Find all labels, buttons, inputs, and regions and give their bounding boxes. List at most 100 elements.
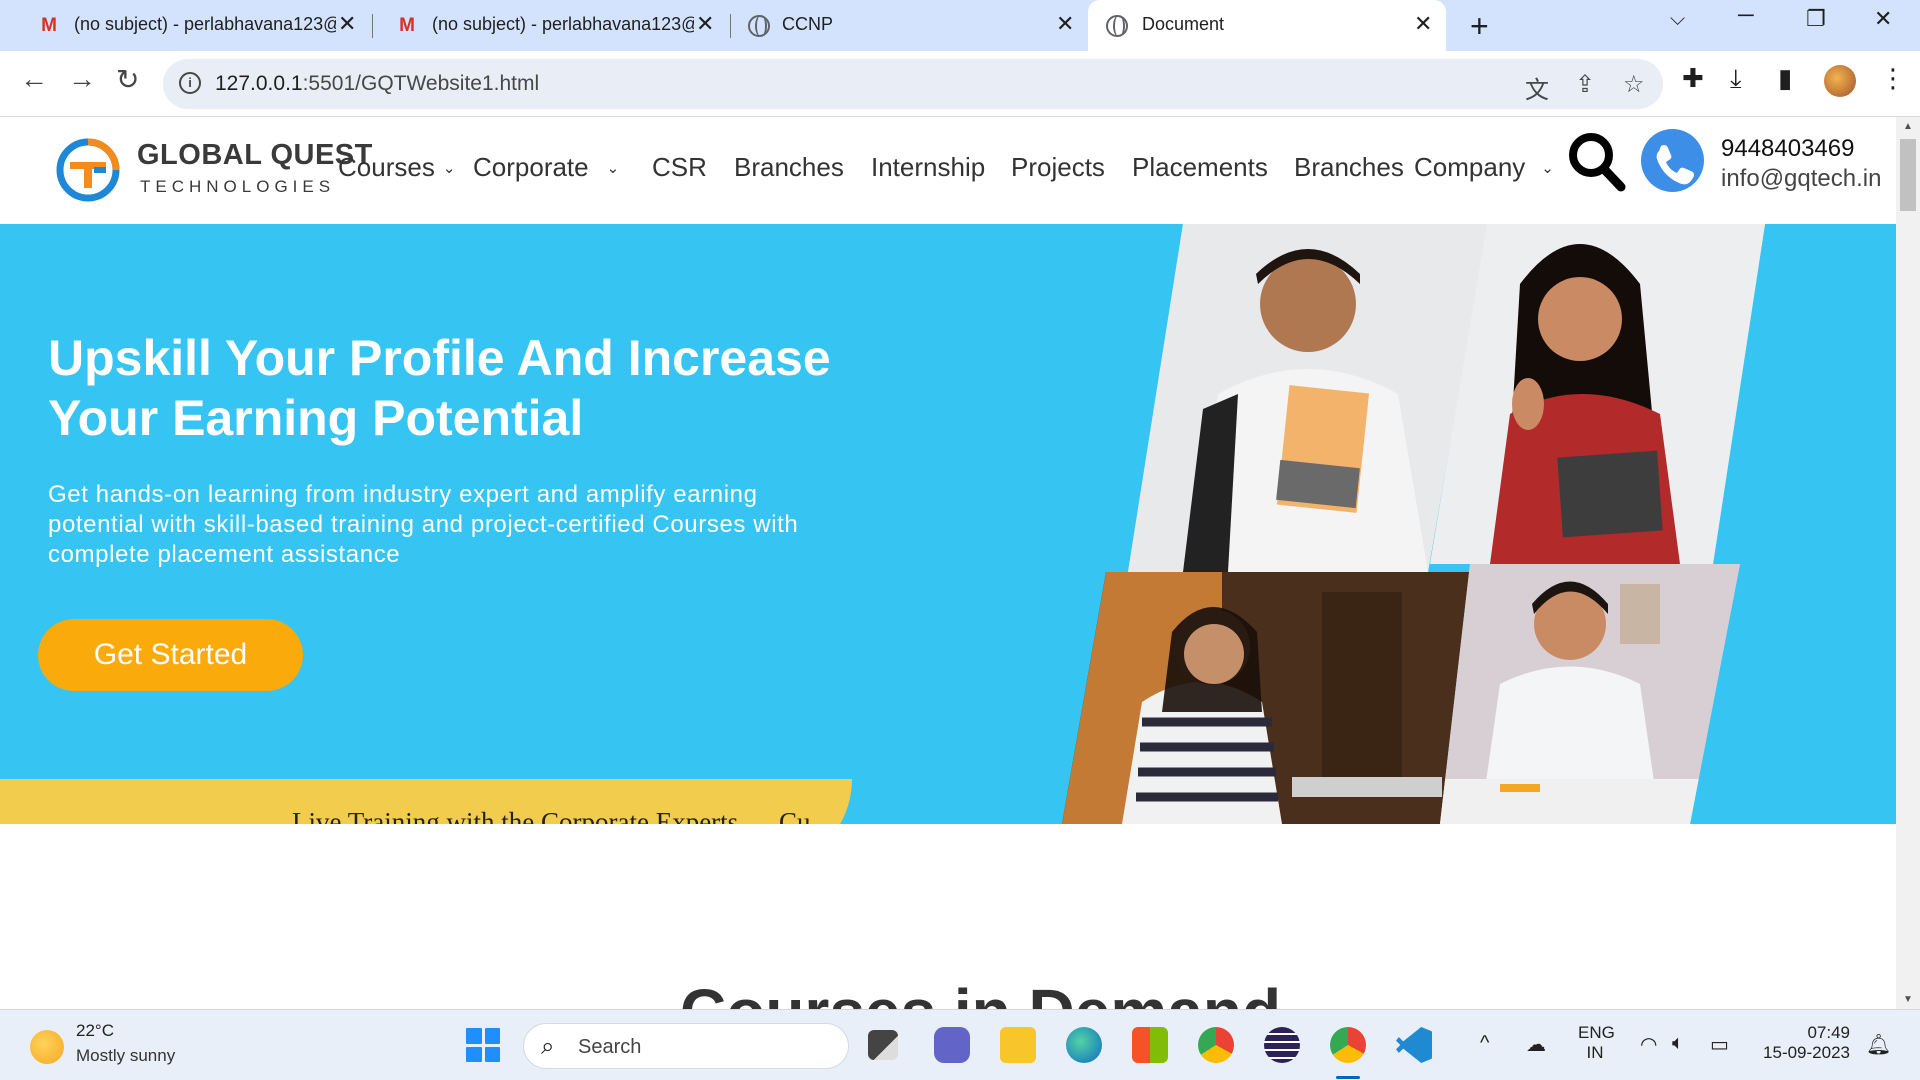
weather-temperature[interactable]: 22°C — [76, 1021, 114, 1041]
nav-internship[interactable]: Internship — [871, 152, 985, 183]
microsoft-store-icon[interactable] — [1132, 1027, 1168, 1063]
url-text[interactable]: 127.0.0.1:5501/GQTWebsite1.html — [215, 72, 539, 96]
email-link[interactable]: info@gqtech.in — [1721, 165, 1881, 193]
task-view-icon[interactable] — [868, 1030, 898, 1060]
extensions-icon[interactable]: ✚ — [1682, 63, 1704, 94]
chrome-profile-icon[interactable] — [1330, 1027, 1366, 1063]
tab-ccnp[interactable]: CCNP ✕ — [720, 0, 1080, 51]
phone-icon[interactable] — [1641, 129, 1704, 192]
nav-label: Company — [1414, 152, 1526, 182]
page-viewport: GLOBAL QUEST TECHNOLOGIES Courses ⌄ Corpo… — [0, 117, 1896, 1009]
hero-title-line: Upskill Your Profile And Increase — [48, 330, 831, 386]
nav-branches[interactable]: Branches — [734, 152, 844, 183]
notifications-icon[interactable]: 🔔︎ — [1866, 1032, 1891, 1057]
hero-section: Upskill Your Profile And Increase Your E… — [0, 224, 1896, 824]
forward-button[interactable]: → — [68, 63, 96, 95]
close-icon[interactable]: ✕ — [1414, 11, 1432, 37]
nav-placements[interactable]: Placements — [1132, 152, 1268, 183]
hero-subtitle: Get hands-on learning from industry expe… — [48, 481, 799, 568]
globe-icon — [748, 15, 770, 37]
wifi-icon[interactable]: ◠ — [1640, 1032, 1657, 1057]
close-icon[interactable]: ✕ — [696, 11, 714, 37]
reload-button[interactable]: ↻ — [116, 63, 139, 96]
gmail-icon: M — [41, 15, 57, 36]
page-scrollbar[interactable]: ▲ ▼ — [1896, 117, 1920, 1009]
nav-projects[interactable]: Projects — [1011, 152, 1105, 183]
close-icon[interactable]: ✕ — [338, 11, 356, 37]
close-icon[interactable]: ✕ — [1056, 11, 1074, 37]
menu-kebab-icon[interactable]: ⋮ — [1880, 63, 1906, 94]
student-photo-2 — [1430, 224, 1765, 564]
nav-courses[interactable]: Courses ⌄ — [338, 152, 455, 183]
weather-condition[interactable]: Mostly sunny — [76, 1046, 175, 1066]
hero-title-line: Your Earning Potential — [48, 390, 584, 446]
file-explorer-icon[interactable] — [1000, 1027, 1036, 1063]
restore-button[interactable]: ❐ — [1806, 6, 1826, 32]
tab-gmail-1[interactable]: M (no subject) - perlabhavana123@ ✕ — [8, 0, 368, 51]
section-title: Courses in Demand — [680, 975, 1281, 1009]
share-icon[interactable]: ⇪ — [1575, 70, 1595, 99]
tab-title: CCNP — [782, 14, 834, 34]
phone-number[interactable]: 9448403469 — [1721, 135, 1854, 163]
nav-csr[interactable]: CSR — [652, 152, 707, 183]
windows-start-icon[interactable] — [466, 1028, 500, 1062]
language-indicator[interactable]: ENG IN — [1578, 1023, 1615, 1063]
weather-sun-icon[interactable] — [30, 1030, 64, 1064]
marquee-text: Cu — [779, 807, 811, 824]
close-window-button[interactable]: ✕ — [1874, 6, 1892, 32]
battery-icon[interactable]: ▭ — [1710, 1032, 1729, 1057]
chevron-down-icon: ⌄ — [442, 160, 456, 177]
chevron-down-icon: ⌄ — [1541, 160, 1554, 177]
nav-label: Courses — [338, 152, 435, 182]
side-panel-icon[interactable]: ▮ — [1778, 63, 1792, 94]
tab-title: (no subject) - perlabhavana123@ — [432, 14, 694, 34]
scrollbar-thumb[interactable] — [1900, 139, 1916, 211]
student-photo-3 — [1062, 572, 1482, 824]
clock-date: 15-09-2023 — [1763, 1043, 1850, 1062]
chevron-up-icon[interactable]: ^ — [1480, 1032, 1489, 1055]
url-path: :5501/GQTWebsite1.html — [302, 72, 540, 95]
scroll-down-icon[interactable]: ▼ — [1903, 994, 1913, 1005]
language-code: ENG — [1578, 1023, 1615, 1042]
hero-title: Upskill Your Profile And Increase Your E… — [48, 328, 948, 448]
tab-title: (no subject) - perlabhavana123@ — [74, 14, 336, 34]
minimize-button[interactable]: ─ — [1738, 2, 1754, 28]
address-bar[interactable]: i 127.0.0.1:5501/GQTWebsite1.html ⽂ ⇪ ☆ — [163, 59, 1663, 109]
bookmark-star-icon[interactable]: ☆ — [1623, 70, 1645, 99]
tab-search-chevron-icon[interactable]: ⌵ — [1670, 8, 1685, 31]
tab-title: Document — [1142, 14, 1225, 34]
scroll-up-icon[interactable]: ▲ — [1903, 121, 1913, 132]
region-code: IN — [1586, 1043, 1604, 1062]
new-tab-button[interactable]: + — [1470, 8, 1489, 45]
search-icon[interactable] — [1566, 129, 1626, 193]
back-button[interactable]: ← — [20, 63, 48, 95]
vscode-icon[interactable] — [1396, 1027, 1432, 1063]
site-header: GLOBAL QUEST TECHNOLOGIES Courses ⌄ Corpo… — [0, 117, 1896, 224]
nav-corporate[interactable]: Corporate ⌄ — [473, 152, 619, 183]
translate-icon[interactable]: ⽂ — [1525, 70, 1549, 105]
tab-document[interactable]: Document ✕ — [1088, 0, 1446, 51]
download-icon[interactable]: ⤓ — [1730, 63, 1742, 95]
taskbar-search-placeholder: Search — [578, 1036, 642, 1058]
globe-icon — [1106, 15, 1128, 37]
gmail-icon: M — [399, 15, 415, 36]
volume-icon[interactable]: 🔈︎ — [1672, 1032, 1684, 1055]
tab-strip: M (no subject) - perlabhavana123@ ✕ M (n… — [0, 0, 1920, 51]
chrome-icon[interactable] — [1198, 1027, 1234, 1063]
nav-company[interactable]: Company ⌄ — [1414, 152, 1554, 183]
site-info-icon[interactable]: i — [179, 72, 201, 94]
windows-taskbar: 22°C Mostly sunny ⌕ Search ^ ☁ ENG IN ◠ 🔈… — [0, 1009, 1920, 1080]
student-photo-1 — [1128, 224, 1488, 572]
eclipse-icon[interactable] — [1264, 1027, 1300, 1063]
nav-branches-2[interactable]: Branches — [1294, 152, 1404, 183]
taskbar-search-box[interactable]: ⌕ Search — [523, 1023, 849, 1069]
tab-gmail-2[interactable]: M (no subject) - perlabhavana123@ ✕ — [366, 0, 726, 51]
nav-label: Corporate — [473, 152, 589, 182]
edge-browser-icon[interactable] — [1066, 1027, 1102, 1063]
onedrive-cloud-icon[interactable]: ☁ — [1526, 1032, 1546, 1057]
profile-avatar[interactable] — [1824, 65, 1856, 97]
get-started-button[interactable]: Get Started — [38, 619, 303, 691]
clock[interactable]: 07:49 15-09-2023 — [1760, 1023, 1850, 1063]
gqt-logo-icon[interactable] — [56, 130, 120, 206]
teams-chat-icon[interactable] — [934, 1027, 970, 1063]
